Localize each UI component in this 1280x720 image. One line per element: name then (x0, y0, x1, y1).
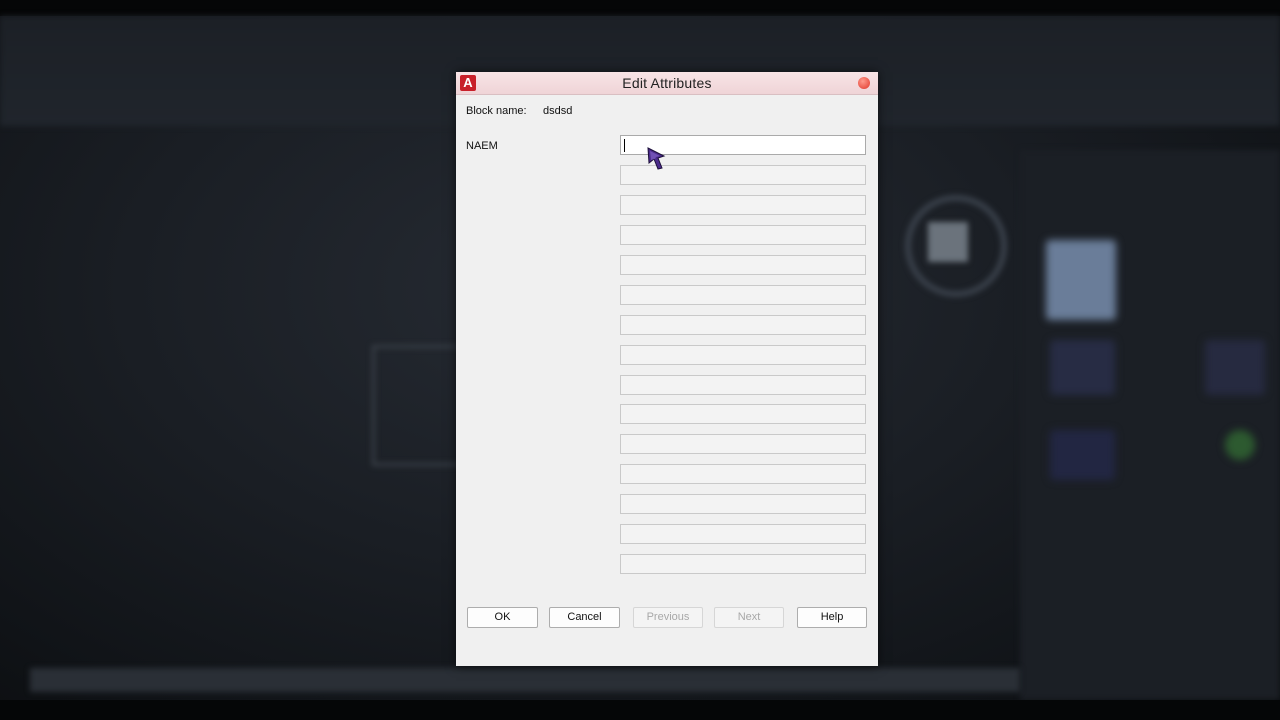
background-command-line (30, 668, 1020, 692)
block-name-value: dsdsd (543, 105, 573, 117)
empty-attribute-field (620, 225, 866, 245)
attribute-tag-label: NAEM (466, 140, 498, 152)
empty-attribute-field (620, 494, 866, 514)
dialog-title: Edit Attributes (622, 75, 712, 91)
next-button[interactable]: Next (714, 607, 784, 628)
dialog-titlebar[interactable]: A Edit Attributes (456, 72, 878, 95)
background-palette-swatch (1050, 340, 1115, 395)
dialog-body: Block name: dsdsd NAEM OK Cancel Previou… (456, 94, 878, 666)
empty-attribute-field (620, 195, 866, 215)
empty-attribute-field (620, 524, 866, 544)
background-palette-swatch (1050, 430, 1115, 480)
background-palette-swatch (1205, 340, 1265, 395)
background-viewcube (928, 222, 968, 262)
empty-attribute-field (620, 315, 866, 335)
help-button[interactable]: Help (797, 607, 867, 628)
background-bottom-bar (0, 700, 1280, 720)
empty-attribute-field (620, 285, 866, 305)
text-caret (624, 139, 625, 152)
empty-attribute-field (620, 345, 866, 365)
empty-attribute-field (620, 434, 866, 454)
background-top-bar (0, 0, 1280, 16)
mouse-pointer-icon (647, 147, 666, 170)
close-icon[interactable] (858, 77, 870, 89)
previous-button[interactable]: Previous (633, 607, 703, 628)
background-palette-swatch (1225, 430, 1255, 460)
ok-button[interactable]: OK (467, 607, 538, 628)
background-tool-palette (1020, 150, 1280, 700)
cancel-button[interactable]: Cancel (549, 607, 620, 628)
empty-attribute-field (620, 554, 866, 574)
background-palette-swatch (1046, 240, 1116, 320)
empty-attribute-field (620, 255, 866, 275)
block-name-label: Block name: (466, 105, 527, 117)
empty-attribute-field (620, 464, 866, 484)
empty-attribute-field (620, 375, 866, 395)
empty-attribute-field (620, 404, 866, 424)
